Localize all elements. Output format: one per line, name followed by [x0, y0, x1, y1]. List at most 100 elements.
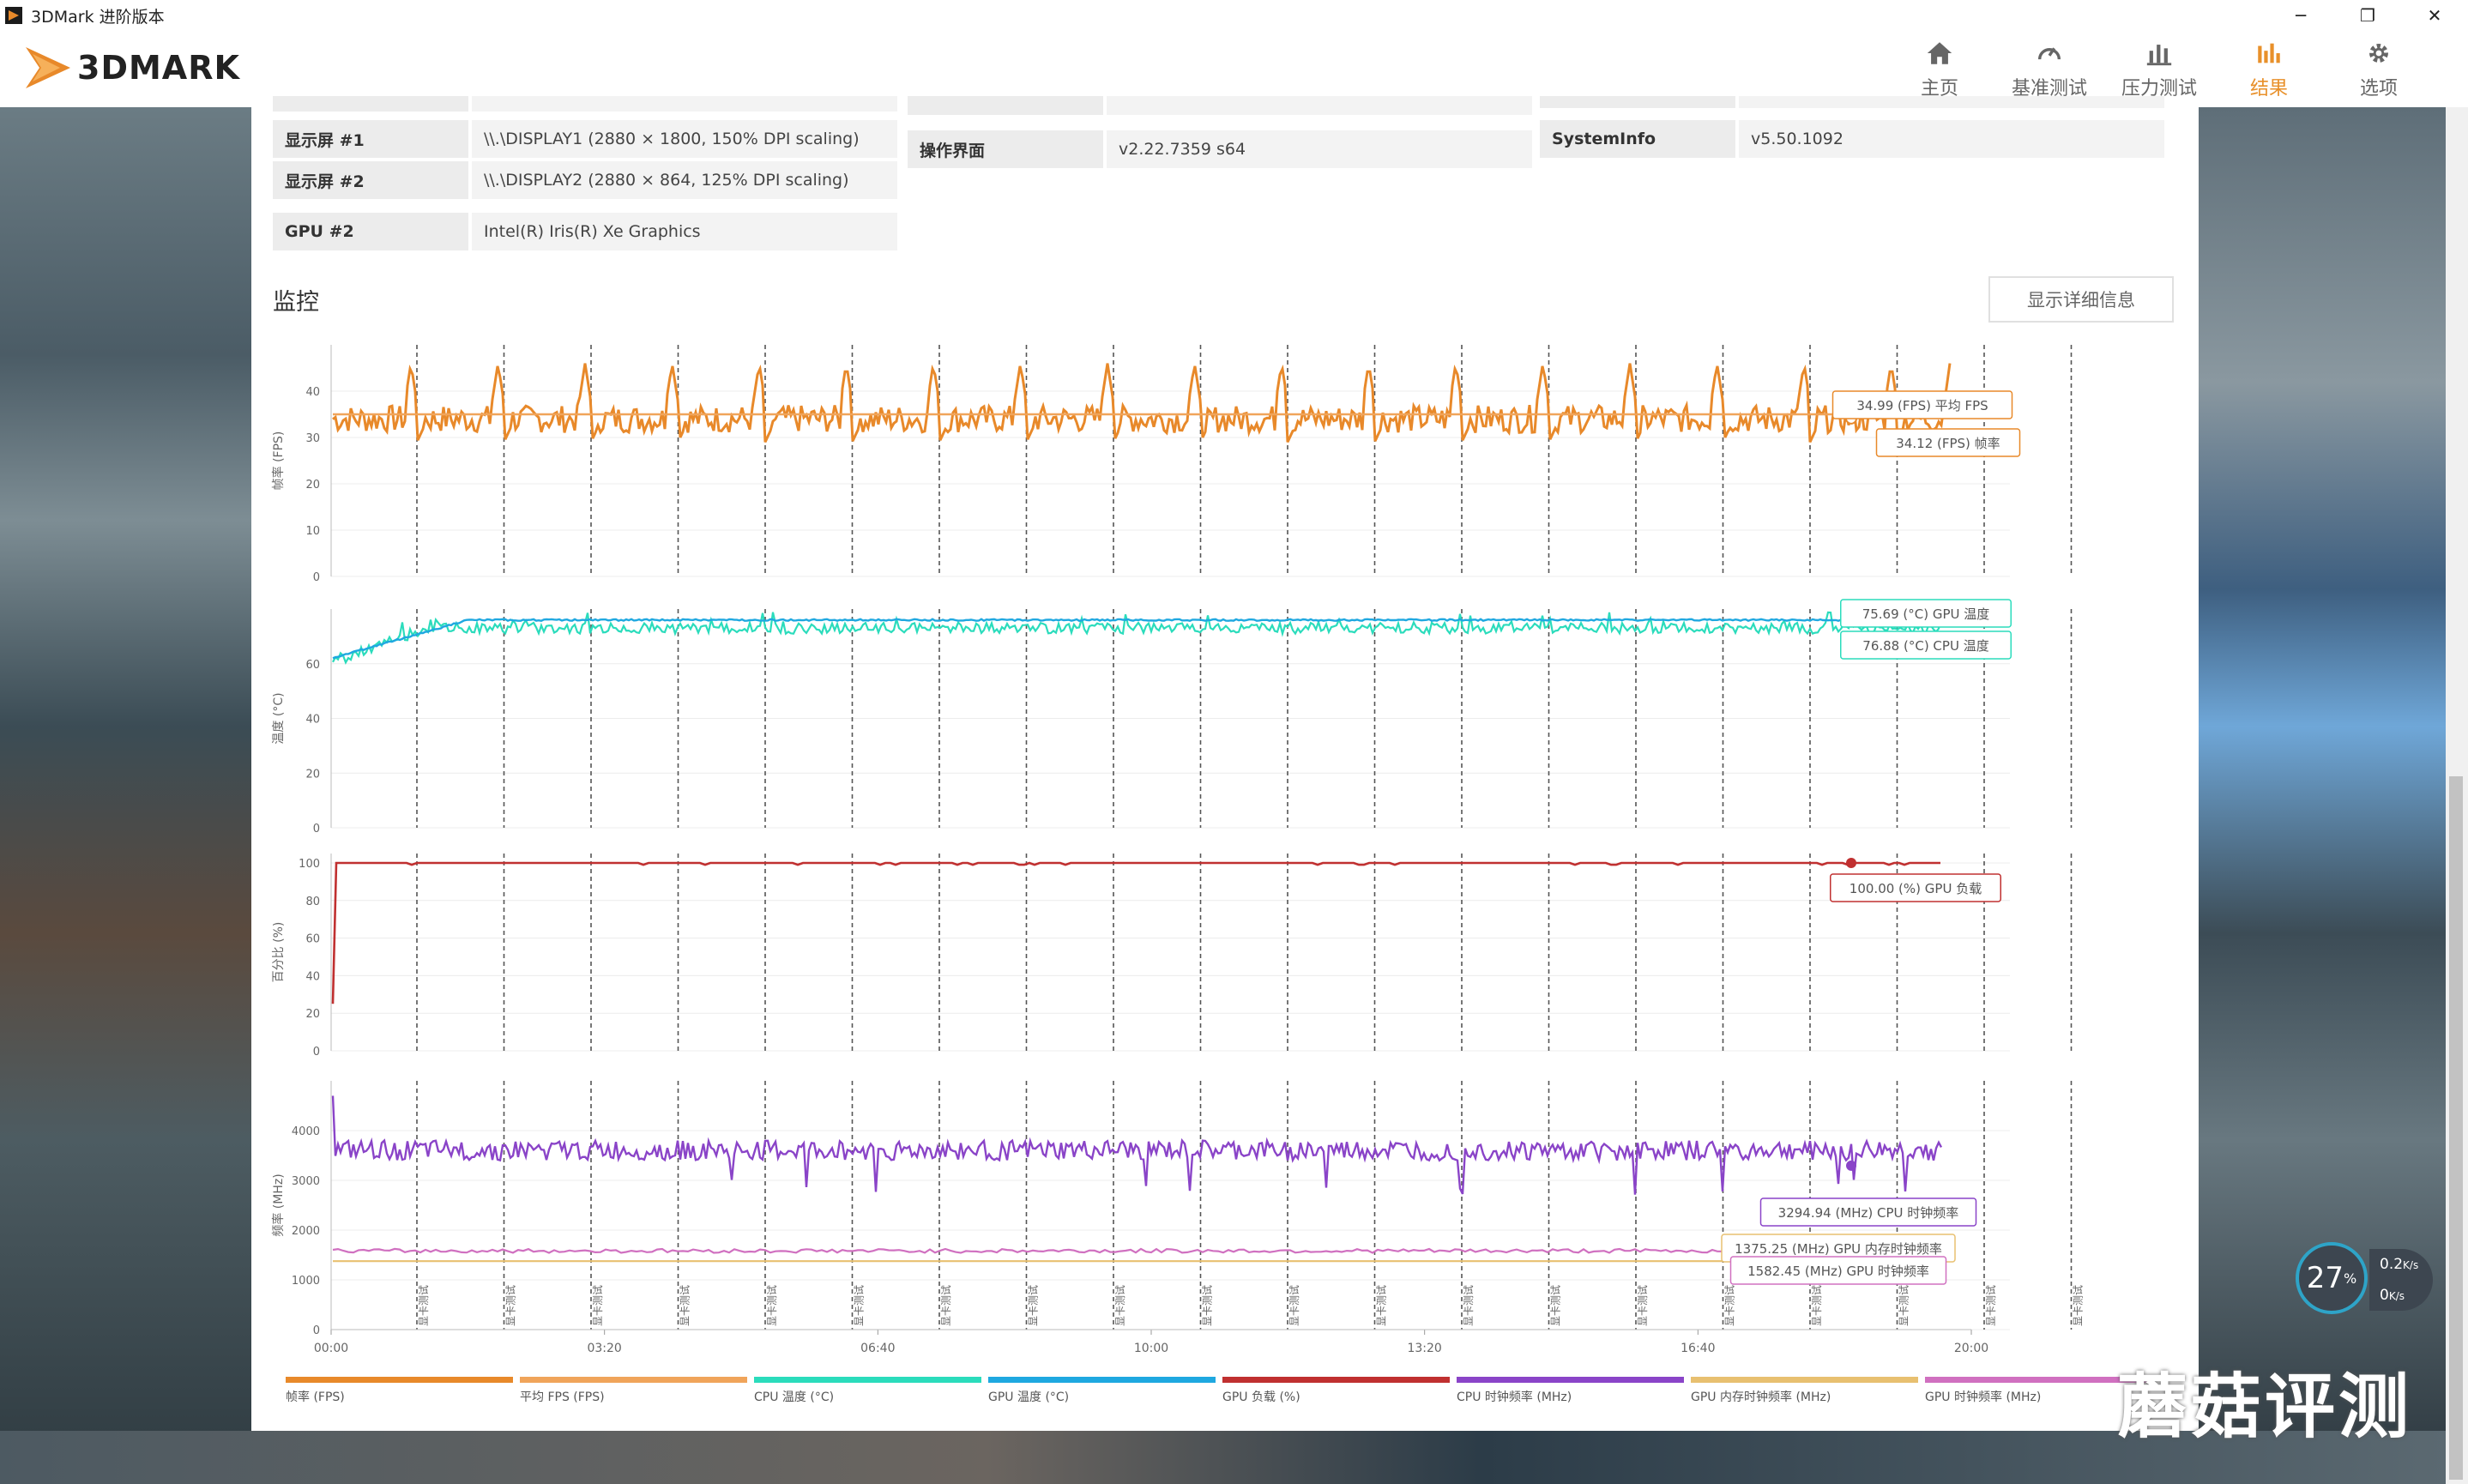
- gear-icon: [2369, 43, 2388, 63]
- nav-options[interactable]: 选项: [2324, 31, 2434, 107]
- loop-marker-label: 显卡测试: [1201, 1285, 1214, 1326]
- y-tick-label: 40: [305, 714, 320, 727]
- chart-icon: [2258, 43, 2280, 63]
- annotation-label: 100.00 (%) GPU 负载: [1849, 881, 1982, 896]
- app-logo[interactable]: 3DMARK: [22, 38, 240, 98]
- y-tick-label: 0: [313, 1324, 320, 1337]
- loop-marker-label: 显卡测试: [1984, 1285, 1997, 1326]
- gpu-clock-line: [332, 1247, 1940, 1254]
- window-title-bar: 3DMark 进阶版本 ─ ❐ ✕: [0, 0, 2468, 31]
- legend-label: CPU 时钟频率 (MHz): [1457, 1390, 1572, 1404]
- y-tick-label: 3000: [292, 1175, 320, 1188]
- cpu-clock-line: [331, 1095, 1943, 1195]
- loop-marker-label: 显卡测试: [1375, 1285, 1388, 1326]
- restore-button[interactable]: ❐: [2334, 0, 2401, 31]
- y-tick-label: 4000: [292, 1125, 320, 1138]
- y-tick-label: 1000: [292, 1275, 320, 1288]
- y-tick-label: 0: [313, 823, 320, 836]
- annotation-label: 3294.94 (MHz) CPU 时钟频率: [1778, 1205, 1959, 1221]
- annotation-label: 1582.45 (MHz) GPU 时钟频率: [1747, 1264, 1929, 1279]
- nav-results[interactable]: 结果: [2214, 31, 2324, 107]
- display1-value: \\.\DISPLAY1 (2880 × 1800, 150% DPI scal…: [472, 120, 897, 158]
- cpu-clock-cursor-dot: [1846, 1160, 1856, 1171]
- loop-marker-label: 显卡测试: [1723, 1285, 1736, 1326]
- scrollbar-thumb[interactable]: [2449, 776, 2463, 1480]
- y-axis-label: 帧率 (FPS): [271, 431, 286, 491]
- y-tick-label: 20: [305, 479, 320, 492]
- y-tick-label: 10: [305, 525, 320, 538]
- minimize-button[interactable]: ─: [2267, 0, 2334, 31]
- legend-label: CPU 温度 (°C): [754, 1390, 834, 1404]
- annotation-label: 75.69 (°C) GPU 温度: [1862, 606, 1990, 622]
- hud-speeds: 0.2K/s 0K/s: [2369, 1249, 2433, 1311]
- loop-marker-label: 显卡测试: [853, 1285, 866, 1326]
- legend-swatch: [1457, 1377, 1684, 1383]
- loop-marker-label: 显卡测试: [679, 1285, 691, 1326]
- x-tick-label: 00:00: [314, 1342, 348, 1355]
- hud-down: 0: [2380, 1287, 2389, 1304]
- monitoring-title: 监控: [273, 289, 319, 316]
- x-tick-label: 06:40: [860, 1342, 895, 1355]
- systeminfo-value: v5.50.1092: [1739, 120, 2164, 158]
- loop-marker-label: 显卡测试: [765, 1285, 778, 1326]
- gpu2-value: Intel(R) Iris(R) Xe Graphics: [472, 213, 897, 250]
- loop-marker-label: 显卡测试: [1898, 1285, 1910, 1326]
- x-tick-label: 03:20: [587, 1342, 621, 1355]
- bars-icon: [2146, 44, 2172, 65]
- gpu-load-line: [331, 861, 1940, 1004]
- y-tick-label: 0: [313, 1046, 320, 1059]
- info-row-cutoff: [273, 96, 897, 112]
- info-row-cutoff-2: [908, 96, 1532, 115]
- annotation-label: 76.88 (°C) CPU 温度: [1862, 638, 1988, 654]
- loop-marker-label: 显卡测试: [939, 1285, 952, 1326]
- nav-results-label: 结果: [2249, 77, 2288, 100]
- info-row-ui: 操作界面 v2.22.7359 s64: [908, 130, 1532, 168]
- load-cursor-dot: [1846, 857, 1856, 868]
- legend-label: GPU 负载 (%): [1222, 1390, 1300, 1404]
- home-icon: [1927, 41, 1952, 64]
- fps-line: [332, 363, 1952, 443]
- hud-percent: 27: [2306, 1261, 2344, 1295]
- y-tick-label: 80: [305, 896, 320, 908]
- loop-marker-label: 显卡测试: [1810, 1285, 1823, 1326]
- y-tick-label: 60: [305, 659, 320, 672]
- y-tick-label: 40: [305, 970, 320, 983]
- annotation-label: 34.12 (FPS) 帧率: [1896, 436, 2000, 451]
- brand-name: 3DMARK: [77, 49, 240, 87]
- legend-swatch: [520, 1377, 747, 1383]
- y-tick-label: 40: [305, 386, 320, 399]
- y-axis-label: 百分比 (%): [272, 922, 286, 983]
- monitoring-chart: 0 10 20 30 40 帧率 (FPS) 0 20 40 60 温度 (°C) 0 20 40 60 80…: [271, 345, 2152, 1404]
- loop-marker-label: 显卡测试: [504, 1285, 517, 1326]
- annotation-label: 34.99 (FPS) 平均 FPS: [1856, 398, 1988, 413]
- logo-mark-icon: [26, 47, 70, 88]
- loop-marker-label: 显卡测试: [591, 1285, 604, 1326]
- y-tick-label: 2000: [292, 1225, 320, 1238]
- app-icon: [5, 7, 22, 24]
- legend-swatch: [988, 1377, 1216, 1383]
- x-tick-label: 13:20: [1407, 1342, 1441, 1355]
- display1-key: 显示屏 #1: [273, 120, 468, 158]
- display2-key: 显示屏 #2: [273, 161, 468, 199]
- y-axis-label: 温度 (°C): [272, 692, 286, 744]
- hud-percent-ring: 27%: [2296, 1242, 2368, 1314]
- annotation-label: 1375.25 (MHz) GPU 内存时钟频率: [1735, 1241, 1942, 1257]
- legend-label: 平均 FPS (FPS): [520, 1390, 605, 1404]
- loop-marker-label: 显卡测试: [1462, 1285, 1475, 1326]
- y-tick-label: 30: [305, 432, 320, 445]
- ui-value: v2.22.7359 s64: [1107, 130, 1532, 168]
- legend-label: 帧率 (FPS): [286, 1390, 345, 1404]
- show-details-button[interactable]: 显示详细信息: [1988, 276, 2174, 323]
- background-art-bottom: [0, 1431, 2468, 1484]
- legend-label: GPU 时钟频率 (MHz): [1925, 1390, 2041, 1404]
- info-row-display2: 显示屏 #2 \\.\DISPLAY2 (2880 × 864, 125% DP…: [273, 161, 897, 199]
- watermark: 蘑菇评测: [2117, 1366, 2413, 1448]
- hud-up-unit: K/s: [2403, 1259, 2419, 1271]
- close-button[interactable]: ✕: [2401, 0, 2468, 31]
- loop-marker-label: 显卡测试: [417, 1285, 430, 1326]
- info-row-display1: 显示屏 #1 \\.\DISPLAY1 (2880 × 1800, 150% D…: [273, 120, 897, 158]
- legend-swatch: [1691, 1377, 1918, 1383]
- hud-down-unit: K/s: [2388, 1290, 2405, 1302]
- loop-marker-label: 显卡测试: [1288, 1285, 1300, 1326]
- network-hud: 27% 0.2K/s 0K/s: [2296, 1242, 2433, 1318]
